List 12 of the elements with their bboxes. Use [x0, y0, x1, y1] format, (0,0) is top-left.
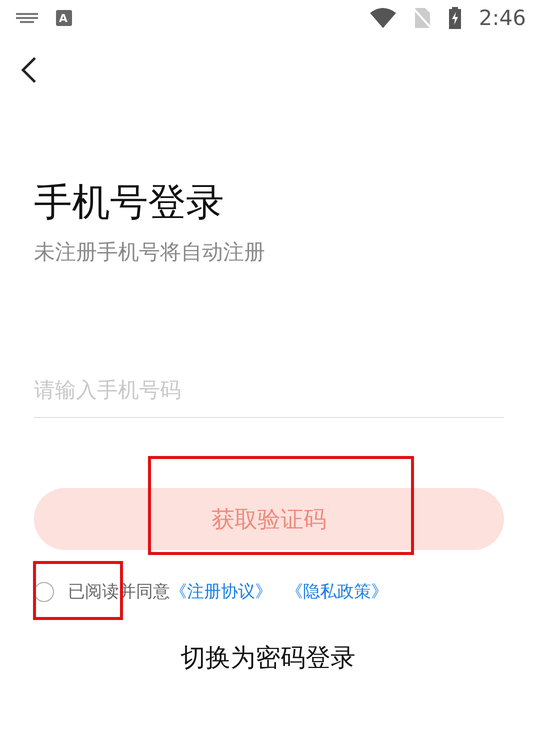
clock-time: 2:46 [478, 6, 526, 30]
password-login-link[interactable]: 切换为密码登录 [180, 641, 356, 674]
agreement-link[interactable]: 《隐私政策》 [286, 580, 388, 603]
page-title: 手机号登录 [34, 179, 225, 226]
battery-charging-icon [448, 6, 461, 28]
subtitle-text: 未注册手机号将自动注册 [34, 239, 266, 266]
no-sim-icon [414, 8, 431, 28]
keyboard-icon [16, 12, 38, 22]
agreement-link[interactable]: 《注册协议》 [170, 580, 272, 603]
agree-radio[interactable] [34, 582, 54, 602]
wifi-icon [370, 8, 396, 28]
input-method-icon: A [56, 10, 72, 26]
